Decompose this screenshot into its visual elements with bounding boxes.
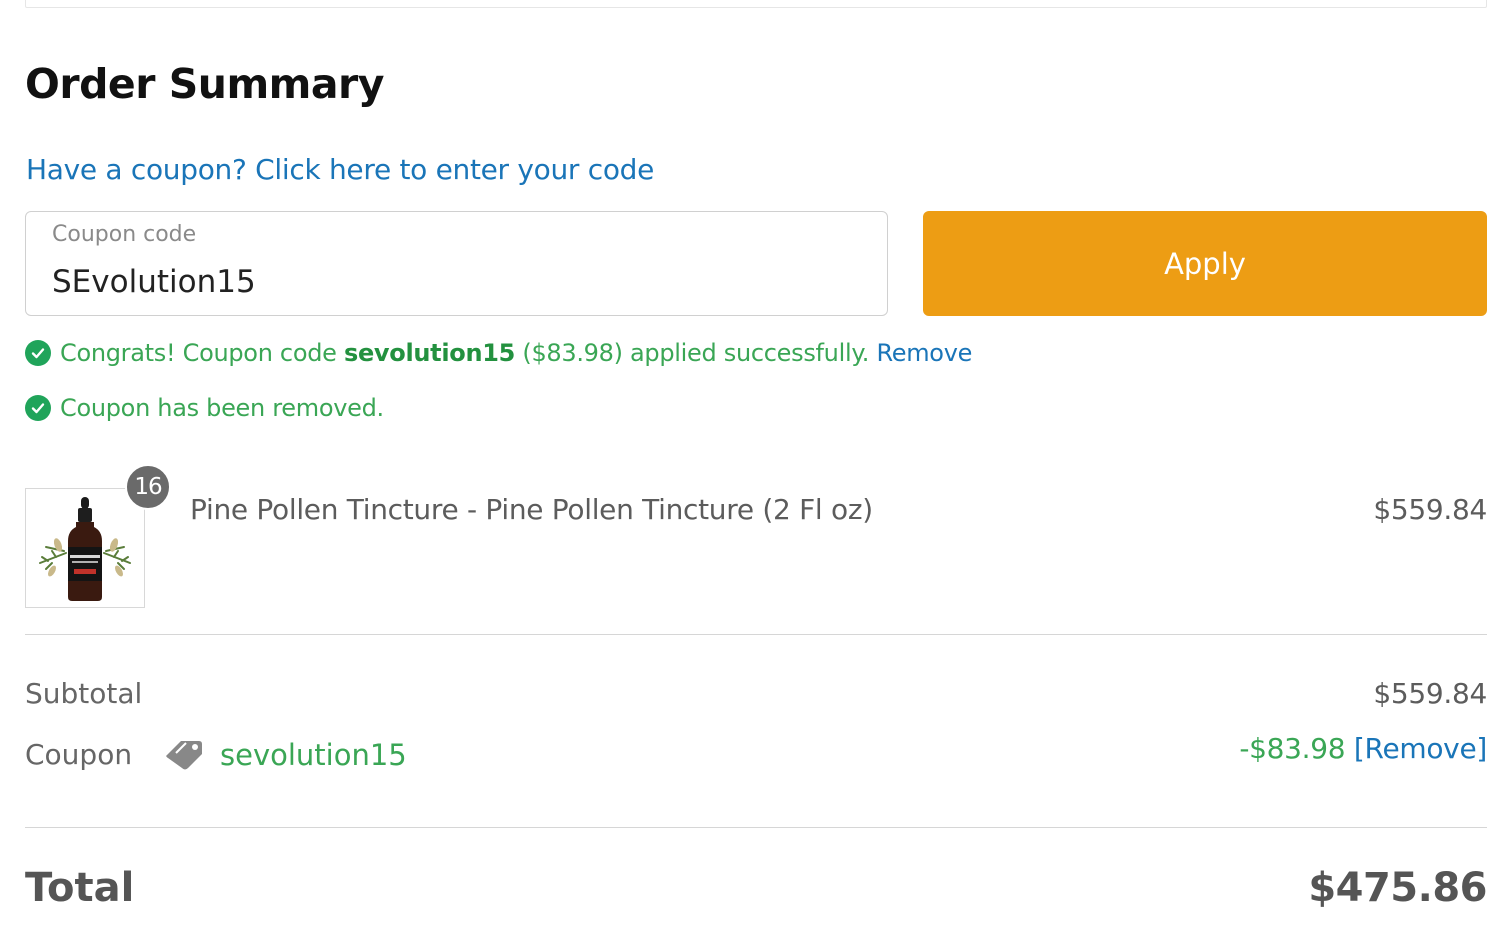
coupon-code-label: Coupon code [52, 222, 197, 247]
order-summary-title: Order Summary [25, 60, 385, 108]
quantity-badge: 16 [125, 464, 171, 510]
remove-coupon-notice-link[interactable]: Remove [876, 339, 972, 367]
tag-icon [166, 741, 202, 770]
apply-coupon-button[interactable]: Apply [923, 211, 1487, 316]
coupon-row-label: Coupon [25, 738, 133, 771]
totals-divider [25, 827, 1487, 828]
coupon-toggle-link[interactable]: Have a coupon? Click here to enter your … [26, 150, 654, 190]
applied-notice-suffix: ($83.98) applied successfully. [515, 339, 877, 367]
applied-notice-prefix: Congrats! Coupon code [60, 339, 344, 367]
coupon-removed-notice: Coupon has been removed. [25, 388, 384, 428]
coupon-applied-notice: Congrats! Coupon code sevolution15 ($83.… [25, 333, 972, 373]
product-price: $559.84 [1373, 493, 1487, 526]
tincture-bottle-image [39, 497, 131, 601]
discount-amount: -$83.98 [1239, 732, 1346, 765]
total-value: $475.86 [1308, 865, 1487, 911]
coupon-code-input[interactable] [52, 260, 852, 304]
items-divider [25, 634, 1487, 635]
coupon-discount: -$83.98 [Remove] [1239, 729, 1487, 769]
applied-coupon-code: sevolution15 [343, 339, 516, 367]
subtotal-value: $559.84 [1373, 677, 1487, 710]
removed-notice-text: Coupon has been removed. [60, 394, 384, 422]
remove-coupon-link[interactable]: [Remove] [1354, 732, 1487, 765]
total-label: Total [25, 865, 135, 911]
check-circle-icon [25, 340, 51, 366]
product-name: Pine Pollen Tincture - Pine Pollen Tinct… [190, 493, 873, 526]
product-image [25, 488, 145, 608]
subtotal-label: Subtotal [25, 677, 143, 710]
check-circle-icon [25, 395, 51, 421]
coupon-code-field[interactable]: Coupon code [25, 211, 888, 316]
previous-section-border [25, 0, 1487, 8]
coupon-row-code: sevolution15 [220, 738, 407, 772]
